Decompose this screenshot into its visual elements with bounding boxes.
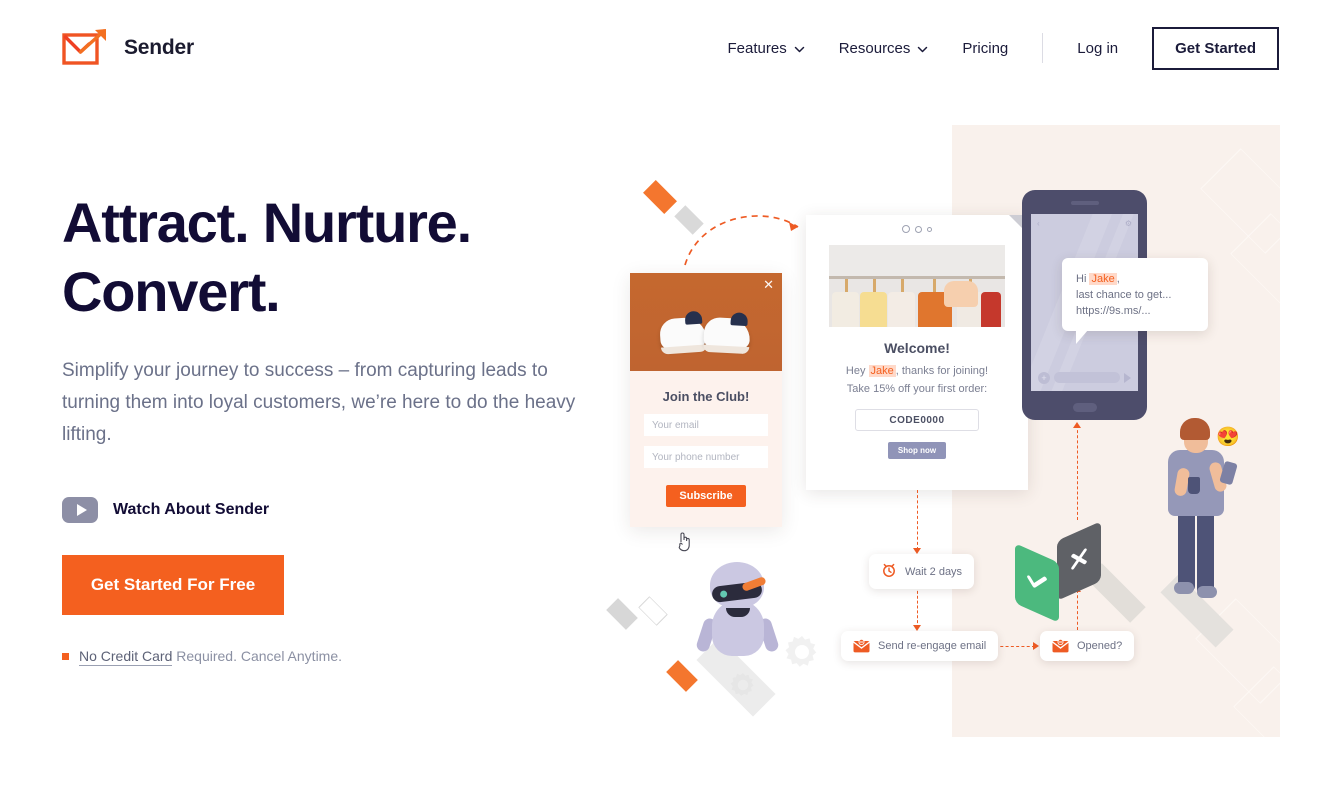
popup-title: Join the Club! [662,389,750,404]
automation-robot [600,540,830,720]
workflow-node-wait-label: Wait 2 days [905,565,963,578]
email-merge-tag: Jake [868,365,896,377]
arrow-right-icon [1033,642,1039,650]
workflow-node-wait[interactable]: Wait 2 days [869,554,975,589]
decision-yes-card [1015,543,1059,623]
popup-subscribe-button[interactable]: Subscribe [666,485,746,507]
square-bullet-icon [62,652,69,660]
x-icon [1068,543,1090,580]
nav-label-pricing: Pricing [962,39,1009,57]
sms-message-bubble: Hi Jake, last chance to get... https://9… [1062,258,1208,344]
watch-video-link[interactable]: Watch About Sender [62,497,622,523]
check-icon [1025,563,1049,603]
watch-video-label: Watch About Sender [113,501,270,518]
workflow-node-opened[interactable]: Opened? [1040,631,1135,661]
connector-send-to-opened [995,646,1035,647]
connector-email-to-wait [917,490,918,550]
nav-item-pricing[interactable]: Pricing [962,40,1008,57]
alarm-clock-icon [881,562,897,581]
email-greeting-pre: Hey [845,365,869,377]
note-rest-text: Required. Cancel Anytime. [172,648,343,664]
decor-diamond-orange [643,180,677,214]
decision-cards [1005,521,1150,635]
phone-message-input[interactable]: + [1038,371,1131,384]
phone-back-icon: ‹ [1037,219,1040,228]
play-icon [62,497,98,523]
hero-illustration: ✕ Join the Club! Your email Your phone n… [590,110,1341,737]
decor-diamond-gray [674,205,704,235]
popup-email-placeholder: Your email [652,419,699,431]
envelope-arrow-icon [62,27,112,69]
email-heading: Welcome! [884,340,950,356]
main-navigation: Features Resources Pricing Log in Get St… [728,26,1279,70]
email-offer-line: Take 15% off your first order: [846,383,988,395]
nav-item-resources[interactable]: Resources [839,40,929,57]
gear-icon-2 [728,670,758,705]
envelope-icon [853,639,870,653]
sneakers-photo: ✕ [630,273,782,371]
sms-line-2: last chance to get... [1076,289,1172,301]
sms-greeting-post: , [1116,273,1120,285]
landing-page: Sender Features Resources Pricing Log in [0,0,1341,800]
connector-wait-to-send [917,586,918,628]
close-icon[interactable]: ✕ [763,278,774,291]
page-title: Attract. Nurture. Convert. [62,188,622,326]
arrow-up-icon-2 [1073,422,1081,428]
email-greeting-post: , thanks for joining! [895,365,989,377]
nav-item-features[interactable]: Features [728,40,805,57]
decision-no-card [1057,521,1101,601]
phone-settings-icon: ⚙ [1124,219,1132,228]
chevron-down-icon [794,42,805,53]
brand-name: Sender [124,36,194,59]
sms-greeting-pre: Hi [1076,273,1090,285]
clothing-rack-photo [829,245,1005,327]
nav-label-features: Features [727,39,787,57]
email-greeting: Hey Jake, thanks for joining! [806,363,1028,379]
login-link[interactable]: Log in [1077,40,1118,57]
shop-now-button[interactable]: Shop now [888,442,946,459]
workflow-node-send-email[interactable]: Send re-engage email [841,631,999,661]
site-header: Sender Features Resources Pricing Log in [0,0,1341,95]
heart-eyes-emoji: 😍 [1216,427,1240,448]
sms-line-3: https://9s.ms/... [1076,305,1151,317]
hero-subtitle: Simplify your journey to success – from … [62,360,576,445]
discount-code-box: CODE0000 [855,409,979,431]
get-started-button[interactable]: Get Started [1152,26,1279,70]
sms-line-1: Hi Jake, [1076,271,1196,287]
popup-phone-placeholder: Your phone number [652,451,740,463]
workflow-node-opened-label: Opened? [1077,640,1123,652]
person-with-phone: 😍 [1150,410,1270,648]
get-started-for-free-button[interactable]: Get Started For Free [62,555,284,615]
hero-title-line-2: Convert. [62,260,281,323]
workflow-node-send-email-label: Send re-engage email [878,640,987,652]
welcome-email-card: Welcome! Hey Jake, thanks for joining! T… [806,215,1028,490]
nav-divider [1042,33,1044,63]
popup-email-input[interactable]: Your email [644,414,768,436]
brand-logo[interactable]: Sender [62,27,194,69]
chevron-down-icon [917,42,928,53]
nav-label-resources: Resources [838,39,911,57]
envelope-icon-2 [1052,639,1069,653]
hero-content: Attract. Nurture. Convert. Simplify your… [62,188,622,666]
card-dots [806,215,1028,233]
note-strong-text: No Credit Card [79,648,173,666]
popup-phone-input[interactable]: Your phone number [644,446,768,468]
sms-merge-tag: Jake [1089,273,1117,285]
connector-phone-to-decision [1077,425,1078,520]
signup-popup-card: ✕ Join the Club! Your email Your phone n… [630,273,782,527]
no-credit-card-note: No Credit Card Required. Cancel Anytime. [62,648,622,666]
hero-title-line-1: Attract. Nurture. [62,191,472,254]
gear-icon [782,632,822,677]
